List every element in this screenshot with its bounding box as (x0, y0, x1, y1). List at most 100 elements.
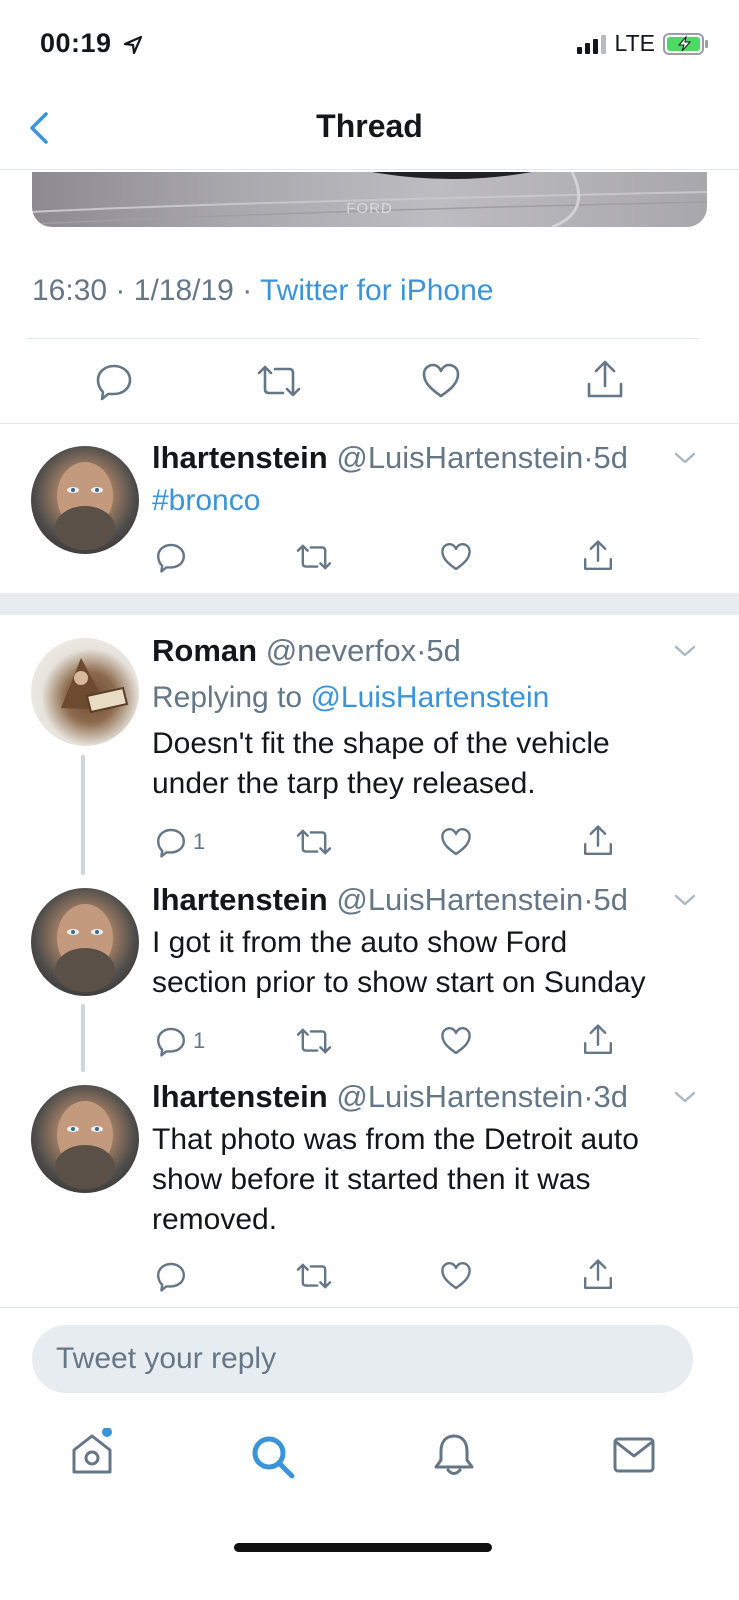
like-button[interactable] (440, 1025, 472, 1057)
conversation-separator (0, 593, 739, 615)
meta-separator: · (583, 1079, 594, 1114)
reply-button[interactable] (94, 361, 134, 401)
heart-icon (440, 1025, 472, 1057)
tweet-timestamp-row: 16:30 · 1/18/19 · Twitter for iPhone (32, 274, 493, 308)
reply-button[interactable]: 1 (155, 1025, 205, 1057)
like-button[interactable] (421, 361, 461, 401)
page-title: Thread (316, 108, 423, 144)
nav-divider (0, 169, 739, 170)
tweet-age: 3d (593, 1079, 629, 1114)
tweet-menu-chevron-icon[interactable] (672, 890, 698, 910)
tweet-text-line: section prior to show start on Sunday (152, 966, 646, 999)
meta-separator: · (242, 274, 253, 307)
reply-icon (155, 1260, 187, 1292)
reply-placeholder: Tweet your reply (56, 1342, 277, 1375)
share-button[interactable] (582, 538, 614, 574)
status-indicators: LTE (576, 30, 709, 57)
thread-connector (81, 755, 85, 875)
share-button[interactable] (582, 1257, 614, 1293)
share-icon (582, 538, 614, 574)
search-icon[interactable] (250, 1434, 296, 1480)
heart-icon (421, 361, 461, 401)
tweet-source-link[interactable]: Twitter for iPhone (260, 274, 493, 307)
author-handle: @LuisHartenstein (336, 882, 584, 917)
author-name[interactable]: lhartenstein (152, 440, 328, 475)
tweet-time: 16:30 (32, 274, 108, 307)
meta-separator: · (583, 440, 594, 475)
reply-icon (155, 1025, 187, 1057)
reply-icon (155, 541, 187, 573)
media-watermark-text: FORD (346, 200, 393, 217)
retweet-button[interactable] (296, 826, 332, 858)
reply-button[interactable] (155, 1260, 193, 1292)
reply-count: 1 (193, 829, 206, 854)
author-name[interactable]: lhartenstein (152, 882, 328, 917)
notifications-icon[interactable] (433, 1432, 475, 1478)
avatar[interactable] (31, 446, 139, 554)
tweet-text-line: I got it from the auto show Ford (152, 926, 568, 959)
tweet-menu-chevron-icon[interactable] (672, 448, 698, 468)
share-icon (582, 823, 614, 859)
reply-icon (155, 826, 187, 858)
reply-input[interactable]: Tweet your reply (32, 1325, 693, 1393)
composer-divider (0, 1307, 739, 1308)
tweet-text: That photo was from the Detroit auto sho… (152, 1120, 639, 1240)
network-type: LTE (614, 30, 655, 56)
tweet-menu-chevron-icon[interactable] (672, 641, 698, 661)
retweet-button[interactable] (296, 1025, 332, 1057)
hashtag-link[interactable]: #bronco (152, 484, 260, 517)
home-indicator[interactable] (234, 1543, 492, 1552)
share-button[interactable] (585, 358, 625, 402)
mention-link[interactable]: @LuisHartenstein (310, 681, 549, 714)
author-name[interactable]: lhartenstein (152, 1079, 328, 1114)
meta-separator: · (416, 633, 427, 668)
share-button[interactable] (582, 1022, 614, 1058)
share-icon (582, 1022, 614, 1058)
avatar[interactable] (31, 638, 139, 746)
battery-charging-icon (663, 32, 709, 56)
heart-icon (440, 1260, 472, 1292)
tweet-text: Doesn't fit the shape of the vehicle und… (152, 724, 610, 804)
retweet-icon (257, 361, 301, 401)
tweet-age: 5d (426, 633, 461, 668)
tweet-age: 5d (593, 882, 629, 917)
tweet-author-row: lhartenstein @LuisHartenstein·3d (152, 1079, 628, 1115)
heart-icon (440, 826, 472, 858)
avatar[interactable] (31, 1085, 139, 1193)
tweet-text-line: removed. (152, 1203, 278, 1236)
retweet-button[interactable] (257, 361, 301, 401)
tweet-menu-chevron-icon[interactable] (672, 1087, 698, 1107)
home-icon[interactable] (70, 1428, 114, 1476)
tweet-text-line: That photo was from the Detroit auto (152, 1123, 639, 1156)
main-tweet-divider (0, 423, 739, 424)
retweet-button[interactable] (296, 541, 332, 573)
tweet-date: 1/18/19 (133, 274, 234, 307)
heart-icon (440, 541, 472, 573)
like-button[interactable] (440, 541, 472, 573)
author-handle: @LuisHartenstein (336, 440, 584, 475)
replying-to-label: Replying to (152, 681, 303, 714)
retweet-icon (296, 1025, 332, 1057)
meta-separator: · (583, 882, 594, 917)
retweet-icon (296, 1260, 332, 1292)
retweet-icon (296, 541, 332, 573)
meta-divider (26, 338, 698, 339)
tweet-text: #bronco (152, 481, 260, 521)
author-handle: @LuisHartenstein (336, 1079, 584, 1114)
thread-connector (81, 1004, 85, 1072)
like-button[interactable] (440, 826, 472, 858)
avatar[interactable] (31, 888, 139, 996)
tweet-text: I got it from the auto show Ford section… (152, 923, 646, 1003)
author-name[interactable]: Roman (152, 633, 257, 668)
reply-button[interactable] (155, 541, 193, 573)
tweet-media-image[interactable]: FORD (32, 172, 707, 227)
tweet-text-line: show before it started then it was (152, 1163, 591, 1196)
share-icon (585, 358, 625, 402)
tweet-author-row: Roman @neverfox·5d (152, 633, 461, 669)
like-button[interactable] (440, 1260, 472, 1292)
messages-icon[interactable] (612, 1436, 656, 1474)
reply-button[interactable]: 1 (155, 826, 205, 858)
reply-icon (94, 361, 134, 401)
retweet-button[interactable] (296, 1260, 332, 1292)
share-button[interactable] (582, 823, 614, 859)
